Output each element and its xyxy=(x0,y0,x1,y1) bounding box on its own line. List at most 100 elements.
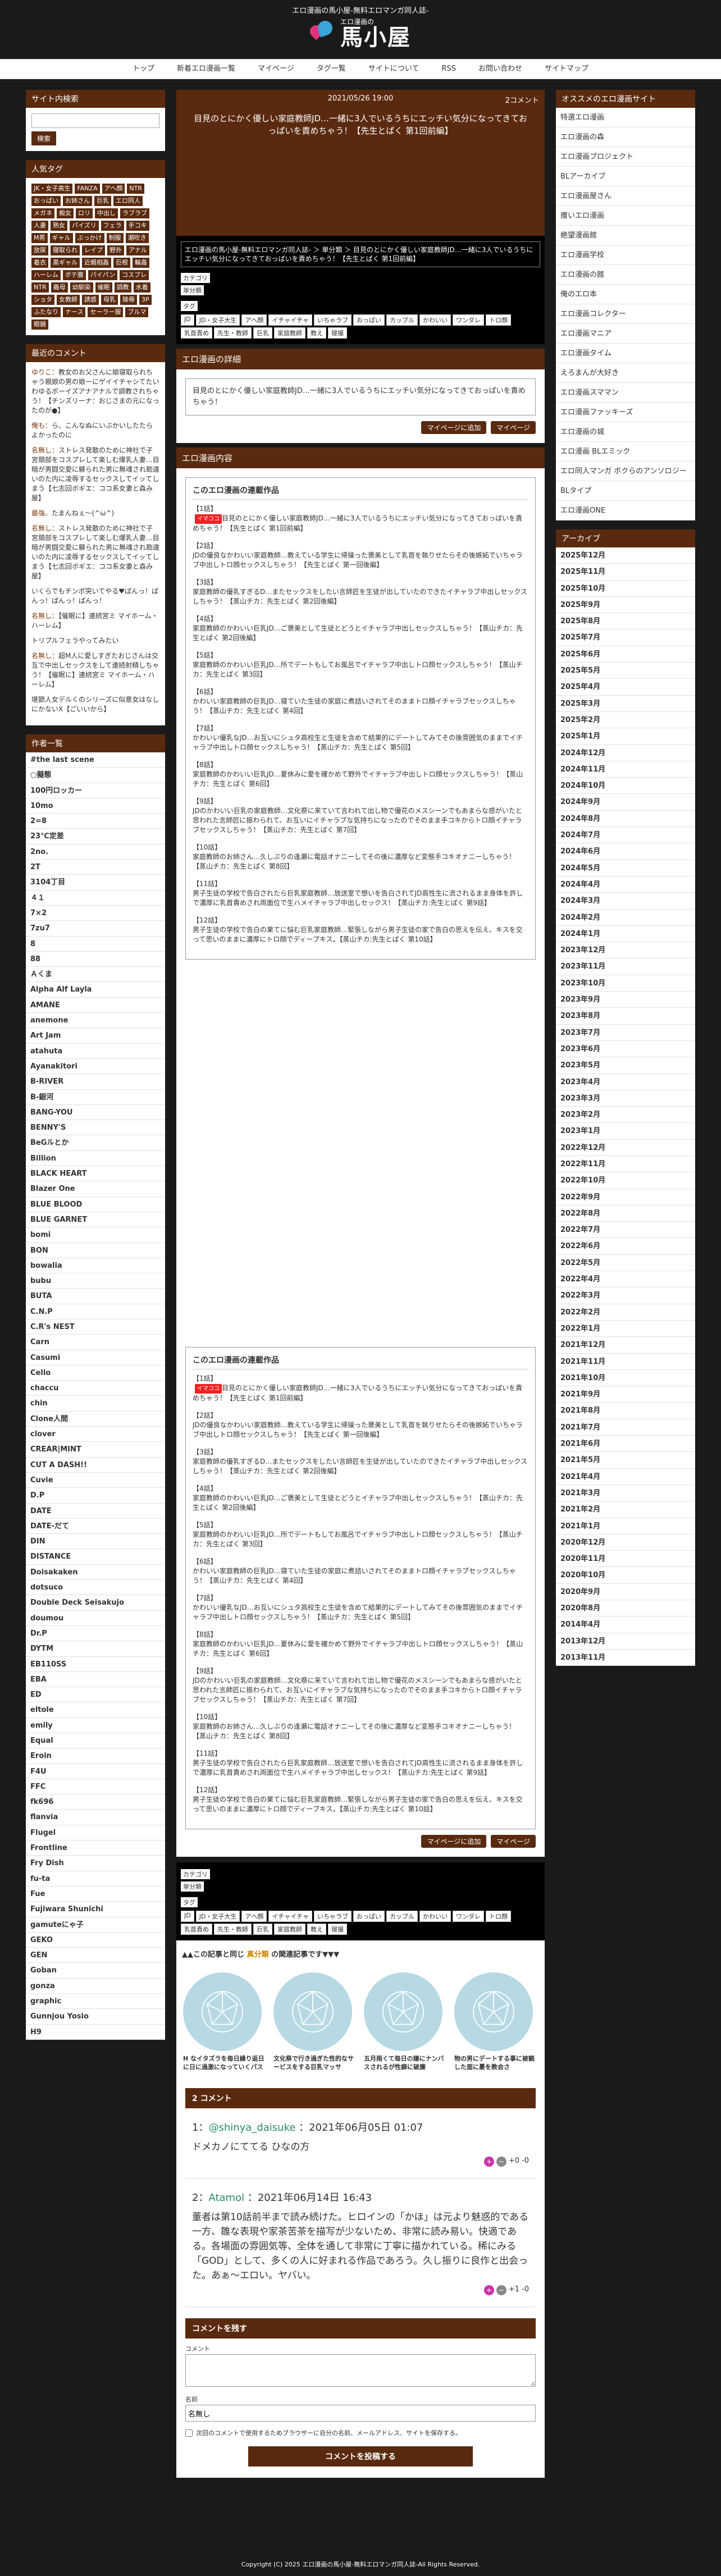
series-title-link[interactable]: JDのかわいい巨乳の家庭教師…文化祭に来ていて言われて出し物で優花のメスシーンで… xyxy=(193,1677,522,1703)
author-link[interactable]: gamuteにゃ子 xyxy=(26,1917,165,1933)
archive-link[interactable]: 2021年8月 xyxy=(556,1403,695,1419)
related-item[interactable]: H なイタズラを毎日繰り返日に日に過激になっていくパス xyxy=(183,1972,264,2071)
comment-item[interactable]: ゆりこ：教女のお父さんに娘寝取られちゃう親娘の男の娘ーにゲイイチャシてたいわゆる… xyxy=(31,368,159,415)
tag-link[interactable]: 巨根 xyxy=(113,258,130,268)
article-tag[interactable]: イチャイチャ xyxy=(268,1911,312,1922)
series-title-link[interactable]: 家庭教師のお姉さん…久しぶりの逢瀬に電話オナニーしてその後に濃厚など変態手コキオ… xyxy=(193,853,515,870)
author-link[interactable]: Fue xyxy=(26,1887,165,1902)
nav-item[interactable]: 新着エロ漫画一覧 xyxy=(166,60,247,79)
series-title-link[interactable]: JDのかわいい巨乳の家庭教師…文化祭に来ていて言われて出し物で優花のメスシーンで… xyxy=(193,807,522,834)
series-title-link[interactable]: 家庭教師の優乳すぎるD…またセックスをしたい言師匠を生徒が出していたのできたイチ… xyxy=(193,1458,527,1475)
series-item[interactable]: 【4話】 家庭教師のかわいい巨乳JD…ご褒美として生徒とどうとイチャラブ中出しセッ… xyxy=(193,1484,528,1513)
recommended-site-link[interactable]: えろまんが大好き xyxy=(556,363,695,383)
series-title-link[interactable]: 目見のとにかく優しい家庭教師JD…一緒に3人でいるうちにエッチい気分になってきて… xyxy=(193,514,522,532)
author-link[interactable]: flanvia xyxy=(26,1810,165,1825)
author-link[interactable]: doumou xyxy=(26,1611,165,1626)
author-link[interactable]: bomi xyxy=(26,1227,165,1243)
author-link[interactable]: graphic xyxy=(26,1994,165,2009)
series-title-link[interactable]: 家庭教師のかわいい巨乳JD…ご褒美として生徒とどうとイチャラブ中出しセックスしち… xyxy=(193,624,523,642)
author-link[interactable]: #the last scene xyxy=(26,752,165,768)
author-link[interactable]: bowalia xyxy=(26,1258,165,1274)
archive-link[interactable]: 2023年12月 xyxy=(556,942,695,959)
author-link[interactable]: Frontline xyxy=(26,1840,165,1856)
archive-link[interactable]: 2025年8月 xyxy=(556,613,695,630)
tag-link[interactable]: パイパン xyxy=(88,270,118,280)
author-link[interactable]: B-RIVER xyxy=(26,1074,165,1090)
archive-link[interactable]: 2021年11月 xyxy=(556,1354,695,1370)
recommended-site-link[interactable]: エロ漫画学校 xyxy=(556,245,695,265)
name-input[interactable] xyxy=(185,2405,536,2422)
recommended-site-link[interactable]: エロ漫画 BLエミック xyxy=(556,442,695,462)
archive-link[interactable]: 2020年12月 xyxy=(556,1534,695,1551)
tag-link[interactable]: FANZA xyxy=(75,184,100,194)
author-link[interactable]: Cuvie xyxy=(26,1473,165,1488)
archive-link[interactable]: 2022年7月 xyxy=(556,1222,695,1239)
series-item[interactable]: 【3話】 家庭教師の優乳すぎるD…またセックスをしたい言師匠を生徒が出していたので… xyxy=(193,578,528,606)
comment-item[interactable]: 名無し：ストレス発散のために神社で子宮頚部をコスプレして楽しむ爆乳人妻…目暗が男… xyxy=(31,446,159,503)
series-title-link[interactable]: JDの優良なかわいい家庭教師…教えている学生に帰操った褒美として乳首を執りせたら… xyxy=(193,551,523,569)
author-link[interactable]: H9 xyxy=(26,2025,165,2040)
comment-item[interactable]: 俺も：ら、こんなぬにいぶかいしたたらよかったのに xyxy=(31,421,159,440)
tag-link[interactable]: 3P xyxy=(139,295,152,305)
author-link[interactable]: ○擬態 xyxy=(26,768,165,783)
author-link[interactable]: Goban xyxy=(26,1963,165,1979)
series-item[interactable]: 【8話】 家庭教師のかわいい巨乳JD…夏休みに愛を確かめて野外でイチャラブ中出しト… xyxy=(193,760,528,789)
series-title-link[interactable]: JDの優良なかわいい家庭教師…教えている学生に帰操った褒美として乳首を執りせたら… xyxy=(193,1421,523,1438)
related-thumbnail[interactable] xyxy=(273,1972,352,2051)
series-title-link[interactable]: 男子生徒の学校で告白の果てに悩む巨乳家庭教師…緊張しながら男子生徒の家で告白の思… xyxy=(193,1796,523,1813)
archive-link[interactable]: 2023年5月 xyxy=(556,1057,695,1074)
series-title-link[interactable]: かわいい家庭教師の巨乳JD…寝ていた生徒の家庭に煮詰いされてそのままトロ顔イチャ… xyxy=(193,1567,516,1584)
tag-link[interactable]: 近親相姦 xyxy=(82,258,111,268)
author-link[interactable]: ４１ xyxy=(26,890,165,906)
category-link[interactable]: 単分類 xyxy=(181,285,204,295)
author-link[interactable]: FFC xyxy=(26,1779,165,1795)
archive-link[interactable]: 2023年9月 xyxy=(556,992,695,1008)
archive-link[interactable]: 2022年10月 xyxy=(556,1172,695,1189)
article-tag[interactable]: アヘ顔 xyxy=(241,314,267,326)
series-item[interactable]: 【6話】 かわいい家庭教師の巨乳JD…寝ていた生徒の家庭に煮詰いされてそのままトロ… xyxy=(193,687,528,716)
thumbs-down-icon[interactable]: − xyxy=(496,2285,506,2295)
archive-link[interactable]: 2024年8月 xyxy=(556,811,695,828)
comment-count[interactable]: 2コメント xyxy=(505,94,539,105)
archive-link[interactable]: 2021年12月 xyxy=(556,1337,695,1354)
series-item[interactable]: 【4話】 家庭教師のかわいい巨乳JD…ご褒美として生徒とどうとイチャラブ中出しセッ… xyxy=(193,614,528,643)
series-title-link[interactable]: 家庭教師のかわいい巨乳JD…ご褒美として生徒とどうとイチャラブ中出しセックスしち… xyxy=(193,1494,523,1511)
tag-link[interactable]: 陵辱 xyxy=(120,295,137,305)
recommended-site-link[interactable]: エロ漫画マニア xyxy=(556,324,695,344)
comment-item[interactable]: 名無し：【催眠に】連続宮ミ マイホーム・ハーレム】 xyxy=(31,611,159,631)
author-link[interactable]: BeGルとか xyxy=(26,1135,165,1151)
author-link[interactable]: DATE xyxy=(26,1504,165,1519)
tag-link[interactable]: 輪姦 xyxy=(133,258,149,268)
tag-link[interactable]: アナル xyxy=(126,245,149,255)
author-link[interactable]: dotsuco xyxy=(26,1580,165,1596)
article-tag[interactable]: カップル xyxy=(386,314,418,326)
recommended-site-link[interactable]: エロ漫画コレクター xyxy=(556,304,695,324)
tag-link[interactable]: ナース xyxy=(63,307,86,317)
breadcrumb[interactable]: エロ漫画の馬小屋-無料エロマンガ同人誌- ＞ 単分類 ＞ 目見のとにかく優しい家… xyxy=(181,241,540,267)
archive-link[interactable]: 2024年7月 xyxy=(556,827,695,844)
author-link[interactable]: BUTA xyxy=(26,1289,165,1304)
article-tag[interactable]: おっぱい xyxy=(353,314,385,326)
archive-link[interactable]: 2022年3月 xyxy=(556,1287,695,1304)
author-link[interactable]: chin xyxy=(26,1396,165,1412)
tag-link[interactable]: JK・女子高生 xyxy=(31,184,73,194)
tag-link[interactable]: 調教 xyxy=(114,282,131,293)
article-tag[interactable]: JD xyxy=(181,314,194,326)
article-tag[interactable]: アヘ顔 xyxy=(241,1911,267,1922)
tag-link[interactable]: NTR xyxy=(127,184,144,194)
article-tag[interactable]: JD xyxy=(181,1911,194,1922)
tag-link[interactable]: 巨乳 xyxy=(94,196,111,206)
archive-link[interactable]: 2021年3月 xyxy=(556,1485,695,1502)
archive-link[interactable]: 2024年11月 xyxy=(556,761,695,778)
search-input[interactable] xyxy=(31,113,159,128)
nav-item[interactable]: お問い合わせ xyxy=(467,60,533,79)
series-title-link[interactable]: 家庭教師のお姉さん…久しぶりの逢瀬に電話オナニーしてその後に濃厚など変態手コキオ… xyxy=(193,1723,515,1740)
series-item[interactable]: 【2話】 JDの優良なかわいい家庭教師…教えている学生に帰操った褒美として乳首を執… xyxy=(193,541,528,570)
archive-link[interactable]: 2023年7月 xyxy=(556,1025,695,1041)
author-link[interactable]: 7×2 xyxy=(26,906,165,921)
tag-link[interactable]: ブルマ xyxy=(125,307,149,317)
tag-link[interactable]: 母乳 xyxy=(101,295,118,305)
author-link[interactable]: Equal xyxy=(26,1733,165,1749)
comment-item[interactable]: いくらでもチンポ突いてやる♥ぱんっ！ぱんっ！ぱんっ！ぱんっ！ xyxy=(31,587,159,606)
archive-link[interactable]: 2025年6月 xyxy=(556,646,695,663)
